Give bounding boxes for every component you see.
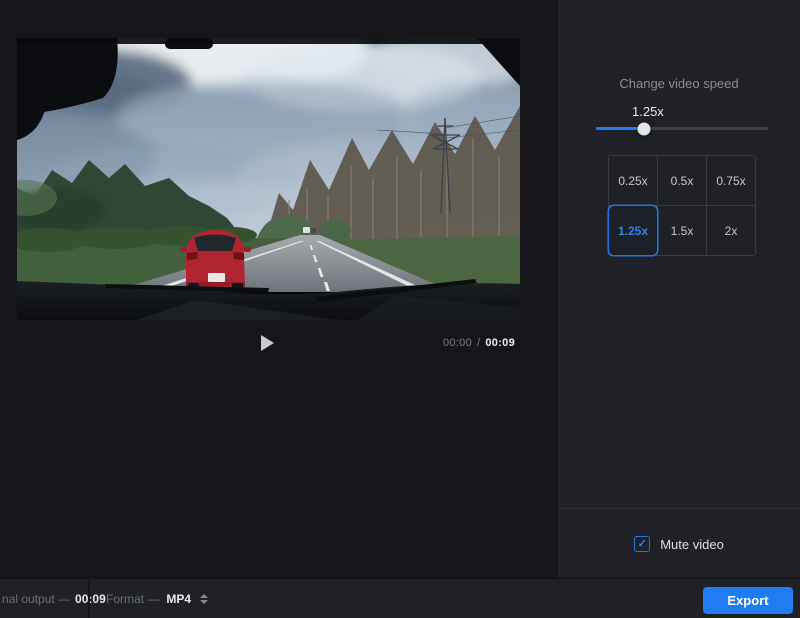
current-time: 00:00 — [443, 337, 472, 349]
mute-checkbox[interactable]: ✓ — [634, 536, 650, 552]
speed-option-2x[interactable]: 2x — [707, 206, 755, 255]
duration: 00:09 — [485, 337, 515, 349]
windshield-top-tint — [17, 38, 520, 44]
dashcam-scene-illustration — [17, 38, 520, 320]
speed-slider-thumb[interactable] — [638, 122, 651, 135]
format-value: MP4 — [166, 592, 191, 606]
speed-option-0.25x[interactable]: 0.25x — [609, 156, 657, 205]
bottom-bar: nal output — 00:09 Format — MP4 Export — [0, 578, 800, 618]
format-label: Format — — [106, 592, 159, 606]
speed-slider-value: 1.25x — [632, 104, 664, 119]
speed-slider-track[interactable] — [596, 127, 768, 130]
footer-divider — [88, 579, 90, 618]
speed-option-1.5x[interactable]: 1.5x — [658, 206, 706, 255]
mute-label: Mute video — [660, 537, 724, 552]
format-selector[interactable]: Format — MP4 — [106, 579, 208, 618]
speed-option-1.25x[interactable]: 1.25x — [609, 206, 657, 255]
play-icon — [261, 335, 274, 351]
format-stepper-icon[interactable] — [198, 594, 208, 604]
export-button[interactable]: Export — [703, 587, 793, 614]
speed-options-grid: 0.25x 0.5x 0.75x 1.25x 1.5x 2x — [608, 155, 756, 256]
final-output-info: nal output — 00:09 — [2, 579, 106, 618]
final-output-duration: 00:09 — [75, 592, 106, 606]
play-button[interactable] — [252, 330, 282, 356]
time-display: 00:00 / 00:09 — [443, 337, 515, 349]
video-preview — [17, 38, 520, 320]
speed-option-0.75x[interactable]: 0.75x — [707, 156, 755, 205]
checkmark-icon: ✓ — [638, 539, 647, 550]
distant-vehicle-light — [303, 227, 310, 233]
distant-vehicle-dark — [311, 228, 316, 233]
speed-option-0.5x[interactable]: 0.5x — [658, 156, 706, 205]
speed-settings-panel: Change video speed 1.25x 0.25x 0.5x 0.75… — [557, 0, 800, 578]
final-output-label: nal output — — [2, 592, 70, 606]
panel-divider — [558, 508, 800, 509]
time-separator: / — [477, 337, 480, 349]
mute-row: ✓ Mute video — [558, 536, 800, 552]
speed-slider: 1.25x — [596, 104, 768, 140]
panel-title: Change video speed — [558, 76, 800, 91]
